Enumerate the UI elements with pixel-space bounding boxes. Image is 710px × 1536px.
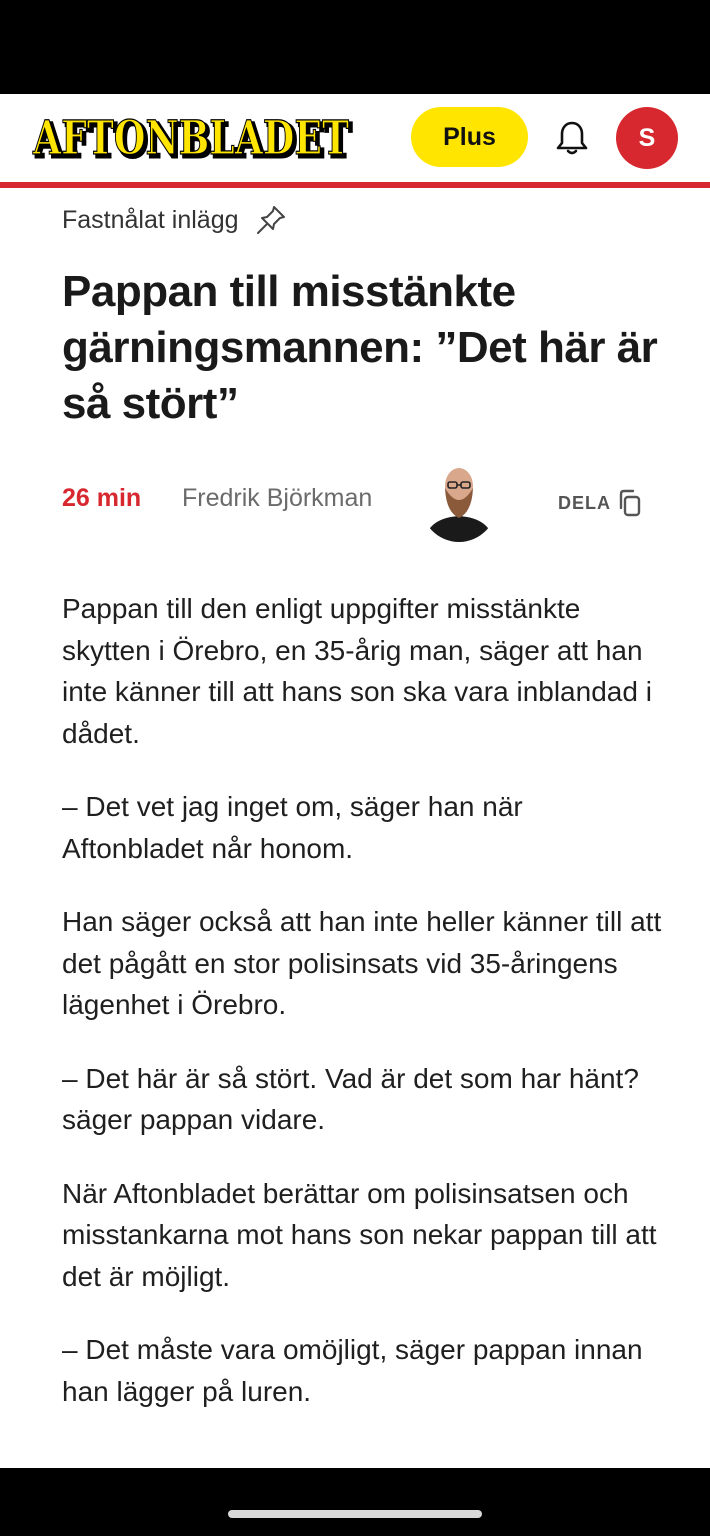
user-avatar-button[interactable]: S xyxy=(616,107,678,169)
paragraph: – Det här är så stört. Vad är det som ha… xyxy=(62,1062,639,1136)
bell-icon xyxy=(556,121,588,155)
paragraph: Han säger också att han inte heller känn… xyxy=(62,906,662,1020)
paragraph: – Det måste vara omöjligt, säger pappan … xyxy=(62,1334,643,1407)
svg-text:AFTONBLADET: AFTONBLADET xyxy=(32,112,349,164)
system-nav-bar xyxy=(0,1468,710,1536)
pin-icon xyxy=(256,206,285,234)
paragraph: Pappan till den enligt uppgifter misstän… xyxy=(62,593,652,749)
article-body: Pappan till den enligt uppgifter misstän… xyxy=(62,588,662,1444)
status-bar xyxy=(0,0,710,94)
paragraph: När Aftonbladet berättar om polisinsatse… xyxy=(62,1177,657,1292)
home-indicator[interactable] xyxy=(228,1510,482,1518)
publish-time: 26 min xyxy=(62,484,142,512)
author-name[interactable]: Fredrik Björkman xyxy=(182,484,372,513)
paragraph: – Det vet jag inget om, säger han när Af… xyxy=(62,791,523,864)
pinned-label-text: Fastnålat inlägg xyxy=(62,205,239,234)
share-label: DELA xyxy=(558,492,611,513)
article-headline: Pappan till misstänkte gärningsmannen: ”… xyxy=(62,267,658,428)
pinned-post-label: Fastnålat inlägg xyxy=(62,200,287,240)
author-avatar xyxy=(420,460,498,542)
aftonbladet-logo[interactable]: AFTONBLADET AFTONBLADET xyxy=(32,112,356,164)
notifications-button[interactable] xyxy=(552,117,592,159)
plus-button[interactable]: Plus xyxy=(411,107,528,167)
copy-icon xyxy=(619,489,641,517)
share-button[interactable]: DELA xyxy=(558,488,643,518)
